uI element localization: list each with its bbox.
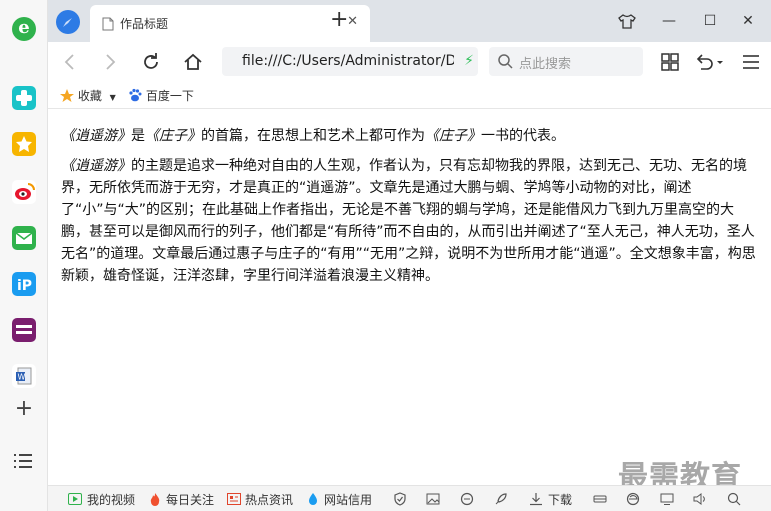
bookmarks-bar: 收藏 ▼ 百度一下 bbox=[48, 82, 771, 109]
minimize-button[interactable]: — bbox=[657, 10, 681, 32]
ip-app-icon[interactable]: iP bbox=[12, 272, 36, 296]
new-tab-button[interactable]: + bbox=[330, 8, 348, 32]
url-text[interactable]: file:///C:/Users/Administrator/Desktop bbox=[242, 53, 454, 69]
site-trust-link[interactable]: 网站信用 bbox=[324, 491, 372, 508]
favorites-star-icon bbox=[60, 89, 74, 102]
tab-active[interactable]: 作品标题 ✕ bbox=[90, 5, 370, 42]
speed-mode-icon[interactable]: ⚡ bbox=[464, 53, 474, 69]
svg-text:iP: iP bbox=[17, 278, 32, 294]
text-span: 的首篇，在思想上和艺术上都可作为 bbox=[201, 128, 425, 144]
toolbar: file:///C:/Users/Administrator/Desktop ⚡… bbox=[48, 42, 771, 82]
undo-dropdown-icon[interactable] bbox=[693, 50, 727, 74]
back-icon[interactable] bbox=[58, 50, 82, 74]
grid-apps-icon[interactable] bbox=[658, 50, 682, 74]
browser-window: e iP W + 作品标题 ✕ + — ☐ ✕ file:///C:/Users… bbox=[0, 0, 771, 511]
page-content: 《逍遥游》是《庄子》的首篇，在思想上和艺术上都可作为《庄子》一书的代表。 《逍遥… bbox=[48, 109, 771, 485]
favorites-menu[interactable]: 收藏 ▼ bbox=[60, 87, 116, 104]
svg-text:W: W bbox=[18, 373, 26, 382]
search-box[interactable]: 点此搜索 bbox=[489, 47, 643, 76]
volume-icon[interactable] bbox=[693, 492, 707, 506]
ie-compat-icon[interactable] bbox=[460, 492, 474, 506]
baidu-label: 百度一下 bbox=[145, 89, 194, 103]
search-icon bbox=[497, 53, 513, 73]
main-menu-icon[interactable] bbox=[739, 50, 763, 74]
bookmark-baidu[interactable]: 百度一下 bbox=[128, 87, 194, 104]
paragraph-2: 《逍遥游》的主题是追求一种绝对自由的人生观，作者认为，只有忘却物我的界限，达到无… bbox=[61, 155, 757, 287]
status-bar: 我的视频 每日关注 热点资讯 网站信用 下载 bbox=[48, 485, 771, 511]
hot-news-icon bbox=[227, 492, 241, 506]
weibo-icon[interactable] bbox=[12, 180, 36, 204]
tab-close-icon[interactable]: ✕ bbox=[347, 14, 358, 29]
book-title: 《庄子》 bbox=[425, 128, 481, 144]
favorites-dropdown-icon: ▼ bbox=[109, 93, 116, 102]
star-app-icon[interactable] bbox=[12, 132, 36, 156]
screenshot-icon[interactable] bbox=[660, 492, 674, 506]
medical-app-icon[interactable] bbox=[12, 86, 36, 110]
book-title: 《逍遥游》 bbox=[61, 158, 131, 174]
browser-e-icon[interactable] bbox=[626, 492, 640, 506]
skin-icon[interactable] bbox=[615, 10, 639, 32]
close-window-button[interactable]: ✕ bbox=[736, 10, 760, 32]
text-span: 的主题是追求一种绝对自由的人生观，作者认为，只有忘却物我的界限，达到无己、无功、… bbox=[61, 158, 756, 284]
tab-title: 作品标题 bbox=[120, 17, 169, 31]
text-span: 一书的代表。 bbox=[481, 128, 565, 144]
image-icon[interactable] bbox=[426, 492, 440, 506]
baidu-paw-icon bbox=[129, 88, 142, 102]
fire-icon bbox=[148, 492, 162, 506]
download-icon[interactable] bbox=[529, 492, 543, 506]
paragraph-1: 《逍遥游》是《庄子》的首篇，在思想上和艺术上都可作为《庄子》一书的代表。 bbox=[61, 125, 757, 147]
my-video-link[interactable]: 我的视频 bbox=[87, 491, 135, 508]
sidebar: e iP W + bbox=[0, 0, 48, 511]
daily-focus-link[interactable]: 每日关注 bbox=[166, 491, 214, 508]
tab-bar: 作品标题 ✕ + — ☐ ✕ bbox=[48, 0, 771, 42]
download-link[interactable]: 下载 bbox=[548, 491, 572, 508]
text-span: 是 bbox=[131, 128, 145, 144]
navigation-compass-icon[interactable] bbox=[56, 10, 80, 34]
favorites-label: 收藏 bbox=[77, 89, 102, 103]
word-doc-icon[interactable]: W bbox=[12, 364, 36, 388]
search-placeholder: 点此搜索 bbox=[519, 57, 572, 72]
address-bar[interactable]: file:///C:/Users/Administrator/Desktop ⚡ bbox=[222, 47, 478, 76]
document-icon bbox=[102, 16, 114, 35]
video-play-icon bbox=[68, 492, 82, 506]
book-title: 《庄子》 bbox=[145, 128, 201, 144]
trust-drop-icon bbox=[306, 492, 320, 506]
zoom-search-icon[interactable] bbox=[727, 492, 741, 506]
browser-logo-icon[interactable]: e bbox=[12, 17, 36, 41]
forward-icon[interactable] bbox=[98, 50, 122, 74]
maximize-button[interactable]: ☐ bbox=[698, 10, 722, 32]
shield-icon[interactable] bbox=[393, 492, 407, 506]
tools-icon[interactable] bbox=[593, 492, 607, 506]
home-icon[interactable] bbox=[181, 50, 205, 74]
global-news-icon[interactable] bbox=[12, 318, 36, 342]
book-title: 《逍遥游》 bbox=[61, 128, 131, 144]
rocket-icon[interactable] bbox=[494, 492, 508, 506]
add-app-icon[interactable]: + bbox=[12, 398, 36, 422]
refresh-icon[interactable] bbox=[139, 50, 163, 74]
sidebar-menu-icon[interactable] bbox=[14, 453, 34, 469]
hot-news-link[interactable]: 热点资讯 bbox=[245, 491, 293, 508]
mail-icon[interactable] bbox=[12, 226, 36, 250]
